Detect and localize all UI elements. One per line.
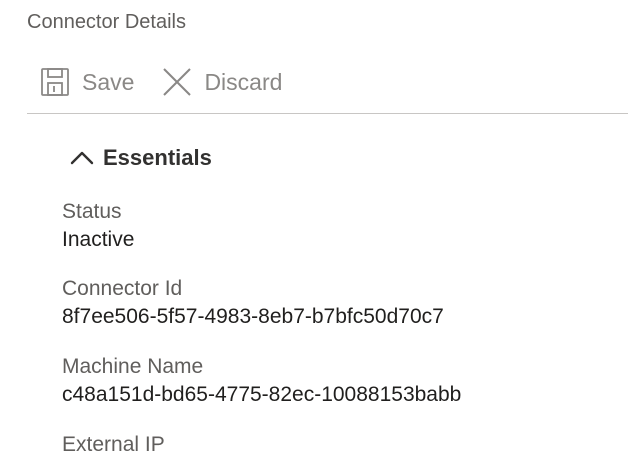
field-external-ip: External IP	[62, 431, 165, 459]
save-icon	[40, 67, 70, 97]
page-title: Connector Details	[27, 11, 186, 33]
field-value: c48a151d-bd65-4775-82ec-10088153babb	[62, 383, 462, 406]
field-label: Machine Name	[62, 355, 204, 378]
chevron-up-icon	[70, 146, 94, 170]
discard-button[interactable]: Discard	[162, 67, 282, 97]
field-label: Connector Id	[62, 277, 183, 300]
field-label: External IP	[62, 433, 165, 456]
field-value: Inactive	[62, 228, 135, 251]
close-icon	[162, 67, 192, 97]
toolbar-divider	[27, 113, 628, 114]
field-connector-id: Connector Id 8f7ee506-5f57-4983-8eb7-b7b…	[62, 275, 444, 331]
save-button[interactable]: Save	[40, 67, 134, 97]
save-label: Save	[82, 68, 135, 95]
field-machine-name: Machine Name c48a151d-bd65-4775-82ec-100…	[62, 353, 461, 409]
discard-label: Discard	[204, 68, 283, 95]
essentials-toggle[interactable]: Essentials	[70, 142, 212, 174]
field-label: Status	[62, 200, 122, 223]
essentials-header: Essentials	[103, 145, 212, 170]
field-value: 8f7ee506-5f57-4983-8eb7-b7bfc50d70c7	[62, 305, 444, 328]
field-status: Status Inactive	[62, 198, 134, 254]
toolbar: Save Discard	[40, 62, 310, 102]
connector-details-pane: Connector Details Save Discard Essential…	[0, 0, 628, 461]
